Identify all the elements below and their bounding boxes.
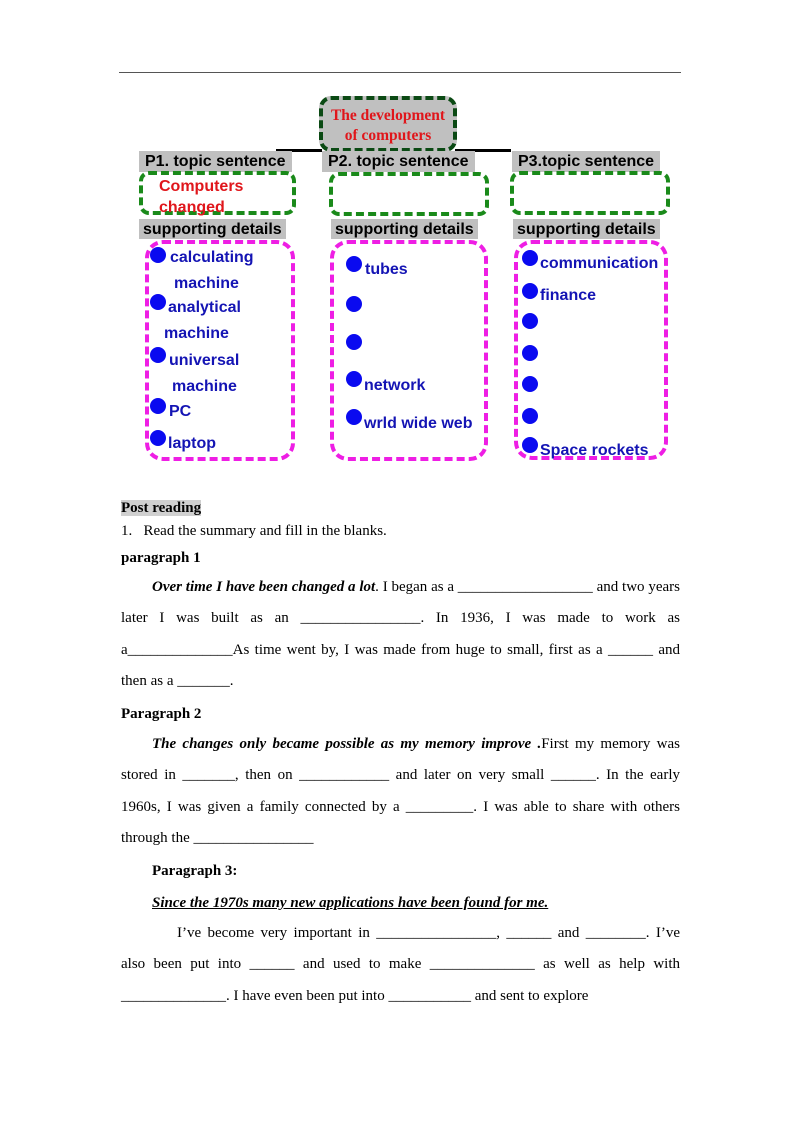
bullet-icon: [346, 371, 362, 387]
p1-details-box: [145, 240, 295, 461]
p1-item: universal: [169, 352, 240, 369]
bullet-icon: [150, 294, 166, 310]
p2-item: wrld wide web: [364, 415, 473, 432]
paragraph-2-lead: The changes only became possible as my m…: [152, 736, 542, 752]
paragraph-2-heading: Paragraph 2: [121, 706, 202, 722]
bullet-icon: [522, 376, 538, 392]
post-reading-heading-row: Post reading: [121, 498, 681, 518]
mind-map-diagram: The development of computers P1. topic s…: [0, 0, 800, 480]
p1-topic-label: P1. topic sentence: [139, 151, 292, 172]
p1-item: analytical: [168, 299, 241, 316]
p3-topic-box[interactable]: [510, 171, 670, 215]
bullet-icon: [522, 250, 538, 266]
post-reading-heading: Post reading: [121, 500, 202, 516]
paragraph-2-text: The changes only became possible as my m…: [121, 729, 680, 854]
p1-item: calculating: [170, 249, 254, 266]
p2-item: tubes: [365, 261, 408, 278]
paragraph-3-text: I’ve become very important in __________…: [121, 918, 680, 1012]
bullet-icon: [150, 430, 166, 446]
bullet-icon: [346, 296, 362, 312]
paragraph-1-text: Over time I have been changed a lot. I b…: [121, 572, 680, 697]
paragraph-3-heading: Paragraph 3:: [152, 863, 238, 879]
instruction: 1. Read the summary and fill in the blan…: [121, 523, 387, 539]
p2-topic-box[interactable]: [329, 172, 489, 216]
p1-topic-box[interactable]: Computers changed: [139, 171, 296, 216]
p2-details-label: supporting details: [331, 219, 478, 239]
p3-item: Space rockets: [540, 442, 649, 459]
bullet-icon: [522, 408, 538, 424]
paragraph-1-heading: paragraph 1: [121, 550, 201, 566]
paragraph-2-body: First my memory was stored in _______, t…: [121, 736, 680, 846]
diagram-title-line2: of computers: [344, 127, 432, 144]
p3-item: finance: [540, 287, 597, 304]
bullet-icon: [346, 256, 362, 272]
bullet-icon: [150, 398, 166, 414]
p1-item-continuation: machine: [164, 325, 229, 342]
bullet-icon: [150, 347, 166, 363]
p2-item: network: [364, 377, 426, 394]
p1-item: laptop: [168, 435, 216, 452]
p3-item: communication: [540, 255, 659, 272]
bullet-icon: [522, 313, 538, 329]
p3-details-label: supporting details: [513, 219, 660, 239]
p1-topic-text-line1: Computers: [159, 178, 244, 195]
bullet-icon: [346, 334, 362, 350]
p3-topic-label: P3.topic sentence: [512, 151, 661, 172]
p1-details-label: supporting details: [139, 219, 286, 239]
p1-topic-text-line2: changed: [159, 199, 225, 216]
bullet-icon: [150, 247, 166, 263]
paragraph-1-body: . I began as a __________________ and tw…: [121, 579, 680, 689]
bullet-icon: [522, 283, 538, 299]
p1-item-continuation: machine: [172, 378, 237, 395]
paragraph-3-lead: Since the 1970s many new applications ha…: [152, 895, 549, 911]
diagram-title-line1: The development: [330, 107, 446, 124]
bullet-icon: [346, 409, 362, 425]
p1-item: PC: [169, 403, 192, 420]
p1-item-continuation: machine: [174, 275, 239, 292]
bullet-icon: [522, 345, 538, 361]
diagram-title-box: The development of computers: [319, 96, 457, 152]
bullet-icon: [522, 437, 538, 453]
paragraph-1-lead: Over time I have been changed a lot: [152, 579, 376, 595]
p2-topic-label: P2. topic sentence: [322, 151, 475, 172]
paragraph-3-body: I’ve become very important in __________…: [121, 925, 680, 1004]
